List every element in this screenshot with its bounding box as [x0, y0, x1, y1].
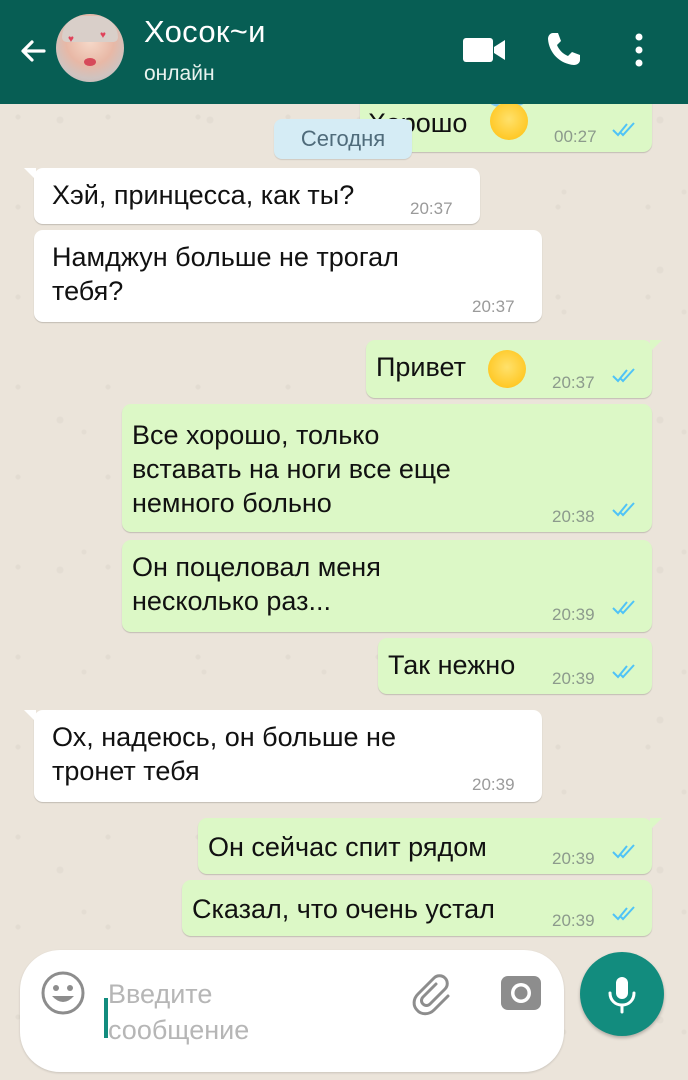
message-time: 00:27: [554, 127, 597, 146]
avatar-mouth: [84, 58, 96, 66]
message-text: Привет: [376, 352, 467, 382]
read-ticks-icon: [612, 368, 635, 383]
message-text: Намджун больше не трогал тебя?: [52, 242, 399, 306]
read-ticks-icon: [612, 502, 635, 517]
voice-message-button[interactable]: [580, 952, 664, 1036]
read-ticks-icon: [612, 906, 635, 921]
message-time: 20:39: [552, 669, 595, 688]
read-ticks-icon: [612, 844, 635, 859]
message-text: Так нежно: [388, 650, 516, 680]
message-text: Он поцеловал меня несколько раз...: [132, 552, 381, 616]
phone-icon[interactable]: [545, 30, 583, 68]
message-bubble-outgoing[interactable]: Он поцеловал меня несколько раз... 20:39: [122, 540, 652, 632]
contact-status: онлайн: [144, 62, 215, 85]
read-ticks-icon: [612, 664, 635, 679]
message-text: Ох, надеюсь, он больше не тронет тебя: [52, 722, 396, 786]
chat-header: ♥ ♥ Хосок~и онлайн: [0, 0, 688, 104]
avatar[interactable]: ♥ ♥: [56, 14, 124, 82]
message-bubble-outgoing[interactable]: Привет 20:37: [366, 340, 662, 398]
message-time: 20:38: [552, 507, 595, 526]
message-input-bar: Введите сообщение: [20, 950, 564, 1072]
message-time: 20:39: [552, 849, 595, 868]
message-text: Сказал, что очень устал: [192, 894, 495, 924]
back-arrow-icon[interactable]: [16, 34, 50, 68]
camera-icon[interactable]: [498, 970, 544, 1016]
message-time: 20:37: [410, 199, 453, 218]
message-time: 20:39: [552, 911, 595, 930]
message-text: Все хорошо, только вставать на ноги все …: [132, 420, 451, 518]
attach-clip-icon[interactable]: [412, 972, 458, 1018]
smiling-face-with-halo-emoji: [490, 102, 528, 140]
message-bubble-outgoing[interactable]: Сказал, что очень устал 20:39: [182, 880, 652, 936]
smiling-face-emoji: [488, 350, 526, 388]
contact-name[interactable]: Хосок~и: [144, 14, 266, 50]
message-input[interactable]: Введите сообщение: [108, 976, 249, 1048]
read-ticks-icon: [612, 122, 635, 137]
message-time: 20:39: [472, 775, 515, 794]
message-bubble-incoming[interactable]: Ох, надеюсь, он больше не тронет тебя 20…: [24, 710, 542, 802]
message-time: 20:39: [552, 605, 595, 624]
read-ticks-icon: [612, 600, 635, 615]
message-text: Хэй, принцесса, как ты?: [52, 180, 355, 210]
message-bubble-outgoing[interactable]: Так нежно 20:39: [378, 638, 652, 694]
heart-icon: ♥: [68, 34, 74, 45]
message-time: 20:37: [552, 373, 595, 392]
message-time: 20:37: [472, 297, 515, 316]
video-call-icon[interactable]: [462, 36, 506, 64]
message-bubble-incoming[interactable]: Хэй, принцесса, как ты? 20:37: [24, 168, 480, 224]
message-bubble-incoming[interactable]: Намджун больше не трогал тебя? 20:37: [34, 230, 542, 322]
message-bubble-outgoing[interactable]: Он сейчас спит рядом 20:39: [198, 818, 662, 874]
message-bubble-outgoing[interactable]: Все хорошо, только вставать на ноги все …: [122, 404, 652, 532]
more-vert-icon[interactable]: [632, 32, 646, 68]
heart-icon: ♥: [100, 30, 106, 41]
mic-icon: [608, 977, 636, 1014]
emoji-icon[interactable]: [40, 970, 86, 1016]
message-text: Он сейчас спит рядом: [208, 832, 487, 862]
date-separator: Сегодня: [274, 119, 412, 159]
